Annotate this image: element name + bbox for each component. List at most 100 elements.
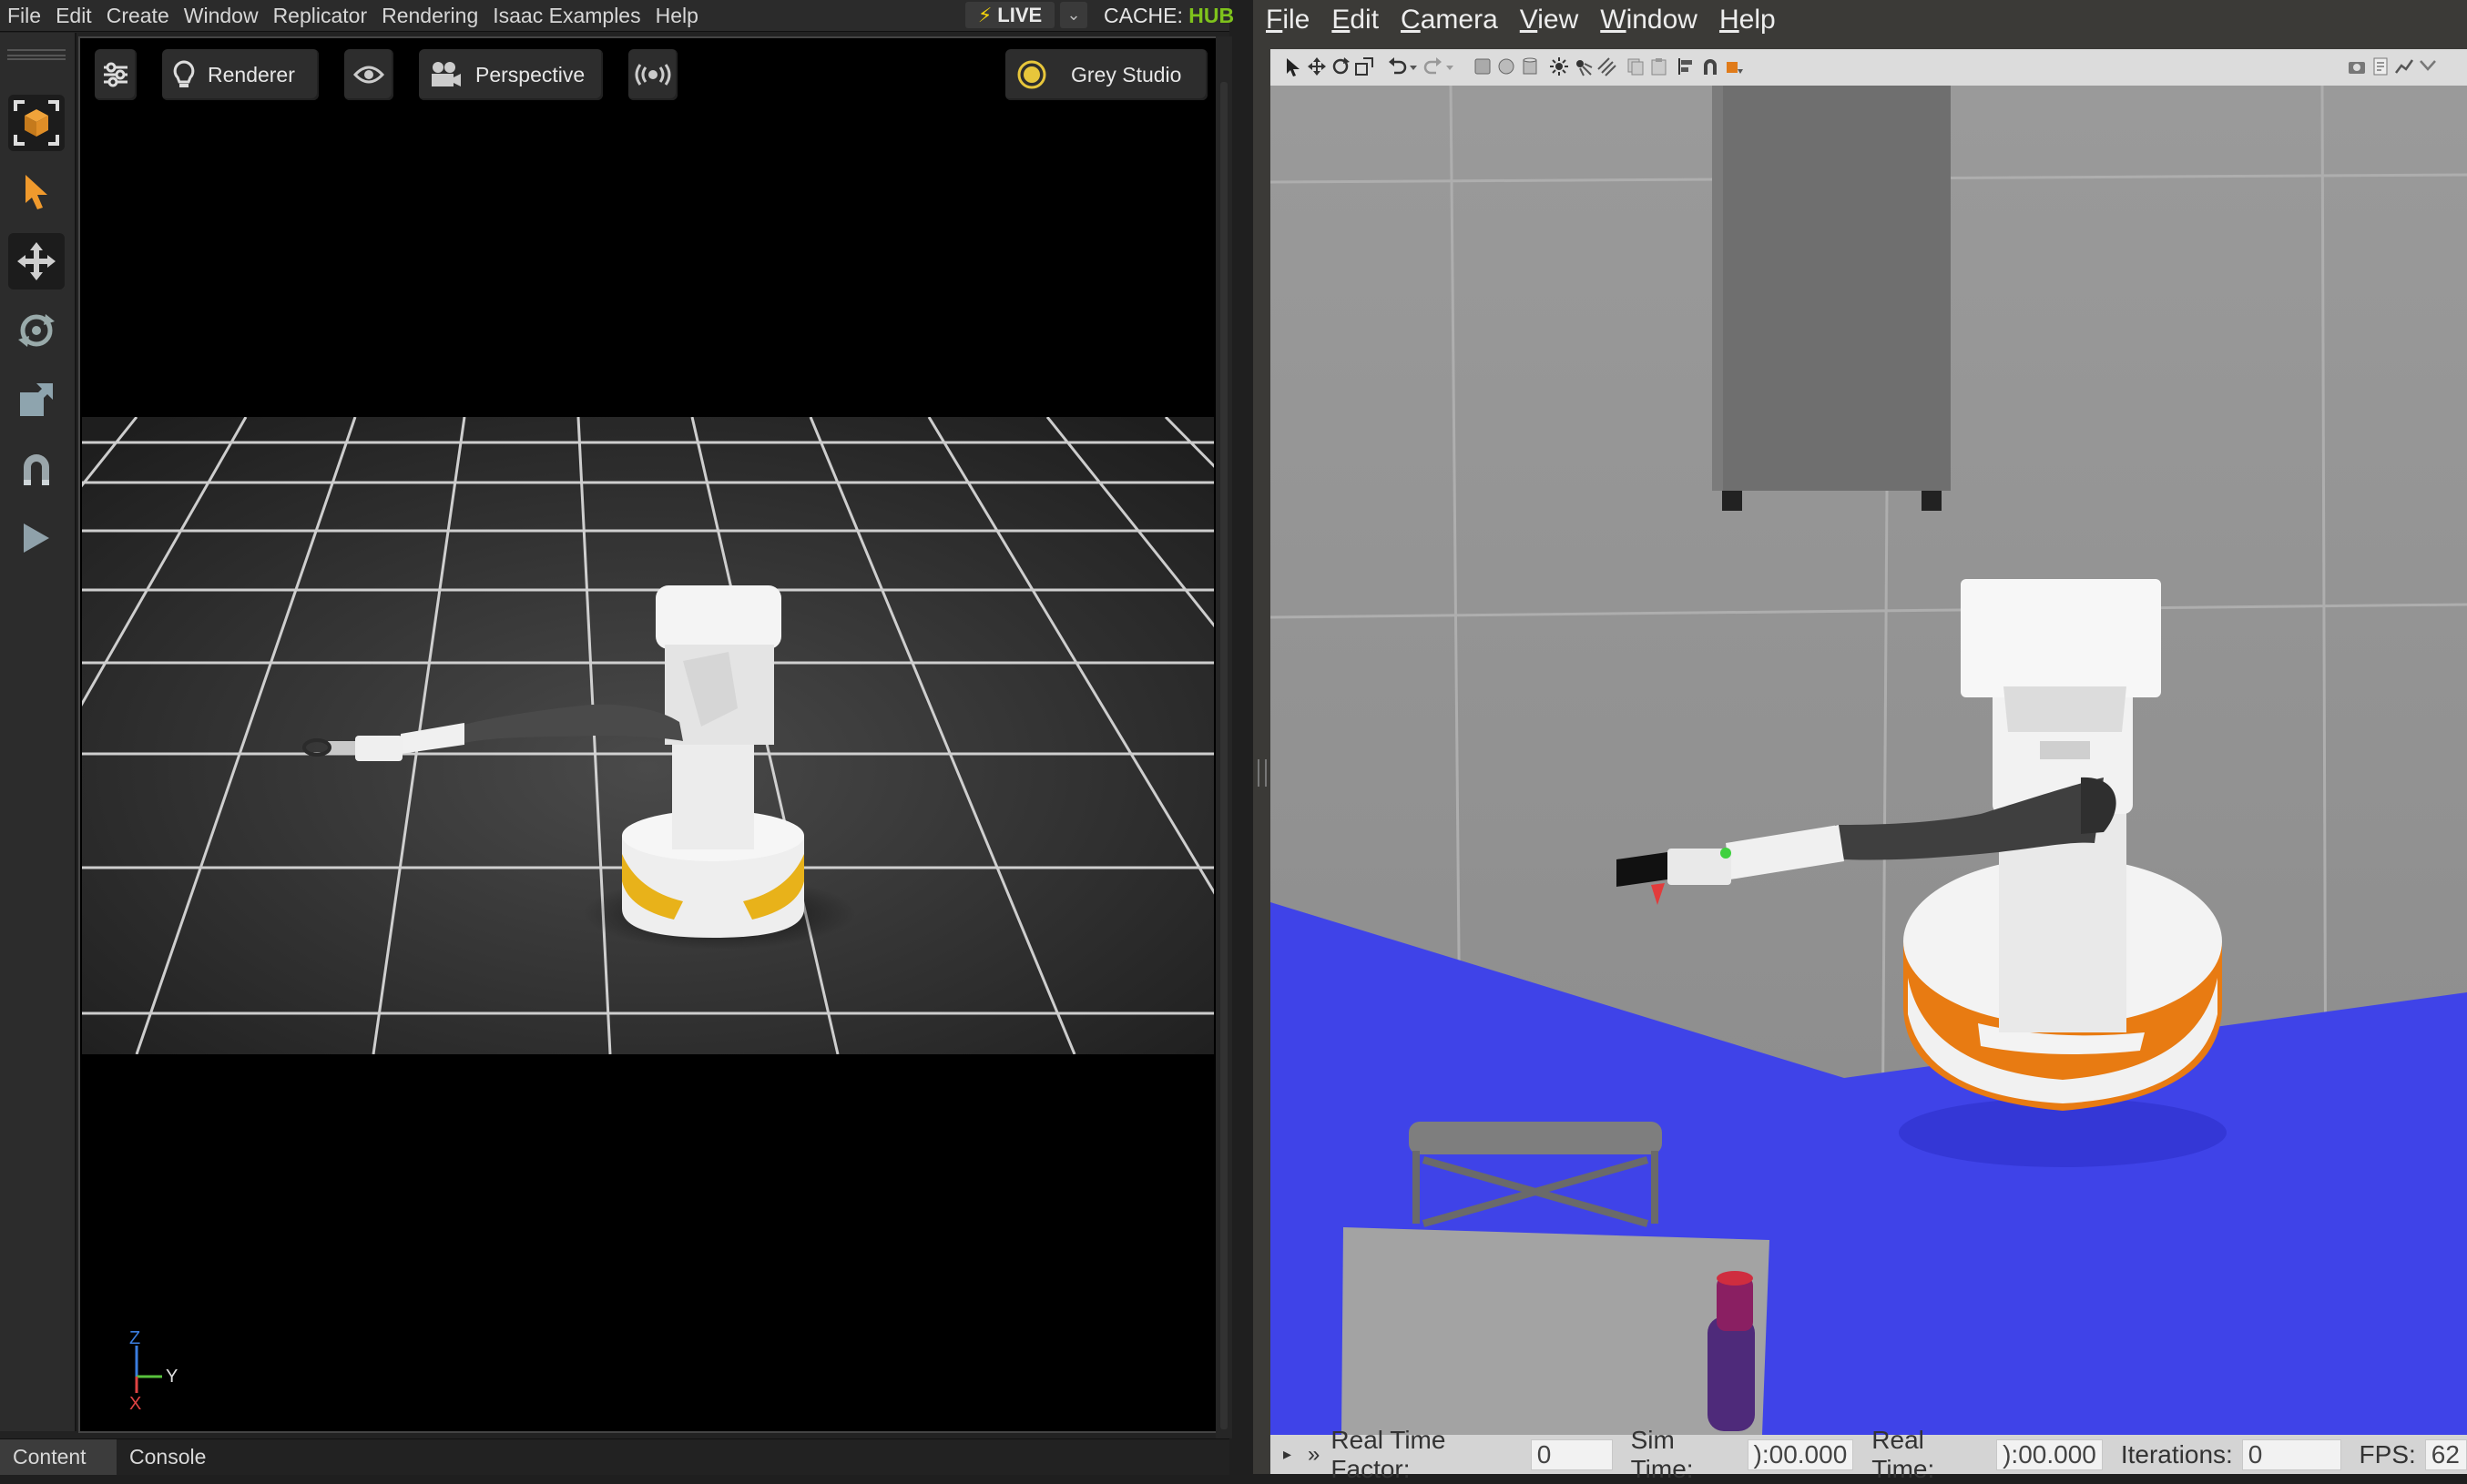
eye-icon [353, 66, 384, 84]
scale-button[interactable] [8, 371, 65, 428]
gazebo-3d-scene[interactable] [1270, 86, 2467, 1435]
menu-help[interactable]: Help [648, 0, 706, 31]
rotate-icon[interactable] [1330, 56, 1351, 76]
menu-create[interactable]: Create [99, 0, 177, 31]
select-arrow-icon [25, 175, 47, 209]
box-shape-icon[interactable] [1473, 56, 1493, 76]
gz-menu-edit[interactable]: Edit [1320, 0, 1390, 40]
scrollbar-thumb[interactable] [1220, 82, 1228, 1429]
real-time-label: Real Time: [1871, 1425, 1935, 1483]
spot-light-icon[interactable] [1573, 56, 1593, 76]
cabinet-model [1712, 86, 1951, 511]
snap-icon[interactable] [1700, 56, 1720, 76]
chevron-right-icon[interactable]: » [1308, 1442, 1320, 1468]
lightning-icon: ⚡ [977, 3, 993, 26]
log-data-icon[interactable] [2370, 56, 2391, 76]
lightbulb-icon [173, 60, 195, 87]
move-icon [17, 242, 56, 280]
viewport-scene[interactable] [82, 417, 1214, 1054]
real-time-value: ):00.000 [1996, 1438, 2103, 1470]
visibility-button[interactable] [344, 49, 393, 100]
cache-label: CACHE: [1104, 4, 1183, 27]
translate-icon[interactable] [1307, 56, 1327, 76]
plot-icon[interactable] [2394, 56, 2414, 76]
undo-dropdown-icon[interactable] [1407, 56, 1420, 76]
renderer-label: Renderer [208, 62, 295, 86]
play-icon [24, 523, 49, 553]
menu-window[interactable]: Window [177, 0, 266, 31]
sim-time-label: Sim Time: [1630, 1425, 1694, 1483]
gz-menu-file[interactable]: File [1255, 0, 1320, 40]
video-record-icon[interactable] [2418, 56, 2438, 76]
rotate-icon [18, 314, 55, 347]
sim-time-value: ):00.000 [1747, 1438, 1854, 1470]
cache-value: HUB [1188, 4, 1235, 27]
gz-menu-window[interactable]: Window [1589, 0, 1708, 40]
frame-selection-icon [14, 100, 59, 146]
menu-edit[interactable]: Edit [48, 0, 99, 31]
menu-file[interactable]: File [0, 0, 48, 31]
scale-icon[interactable] [1354, 56, 1374, 76]
axis-gizmo: Z Y X [129, 1329, 178, 1411]
toolbar-grip[interactable] [7, 49, 66, 56]
paste-icon[interactable] [1649, 56, 1669, 76]
snap-magnet-icon [24, 454, 49, 485]
align-icon[interactable] [1677, 56, 1697, 76]
directional-light-icon[interactable] [1596, 56, 1616, 76]
cache-status: CACHE: HUB [1104, 0, 1234, 31]
real-time-factor-value: 0 [1530, 1438, 1613, 1470]
chevron-down-icon: ⌄ [1066, 5, 1081, 24]
toolbar-grip-line [7, 58, 66, 60]
gz-menu-view[interactable]: View [1509, 0, 1589, 40]
gazebo-left-panel-collapsed[interactable] [1253, 40, 1270, 1474]
move-button[interactable] [8, 233, 65, 290]
live-label: LIVE [997, 3, 1043, 26]
select-button[interactable] [8, 164, 65, 220]
iterations-value: 0 [2241, 1438, 2341, 1470]
real-time-factor-label: Real Time Factor: [1330, 1425, 1446, 1483]
broadcast-icon [635, 64, 671, 86]
menu-replicator[interactable]: Replicator [266, 0, 375, 31]
lighting-button[interactable]: Grey Studio [1005, 49, 1208, 100]
select-arrow-icon[interactable] [1283, 56, 1303, 76]
sphere-shape-icon[interactable] [1496, 56, 1516, 76]
redo-dropdown-icon[interactable] [1443, 56, 1456, 76]
stream-button[interactable] [628, 49, 678, 100]
bottom-panel-tabs: Content Console [0, 1438, 1229, 1475]
play-button[interactable] [8, 510, 65, 566]
undo-icon[interactable] [1387, 56, 1407, 76]
axis-x-label: X [129, 1394, 141, 1411]
menu-isaac-examples[interactable]: Isaac Examples [485, 0, 647, 31]
gz-menu-camera[interactable]: Camera [1390, 0, 1509, 40]
renderer-button[interactable]: Renderer [162, 49, 319, 100]
gazebo-status-bar: ▸ » Real Time Factor: 0 Sim Time: ):00.0… [1270, 1426, 2467, 1483]
gazebo-toolbar [1270, 49, 2467, 86]
live-dropdown-button[interactable]: ⌄ [1060, 2, 1087, 28]
rotate-button[interactable] [8, 302, 65, 359]
camera-perspective-button[interactable]: Perspective [419, 49, 603, 100]
gz-menu-help[interactable]: Help [1708, 0, 1787, 40]
perspective-label: Perspective [475, 62, 586, 86]
point-light-icon[interactable] [1549, 56, 1569, 76]
live-button[interactable]: ⚡ LIVE [965, 2, 1055, 28]
fps-value: 62 [2424, 1438, 2467, 1470]
menu-rendering[interactable]: Rendering [374, 0, 485, 31]
change-view-icon[interactable] [1724, 56, 1744, 76]
redo-icon[interactable] [1423, 56, 1443, 76]
sun-icon [1017, 60, 1046, 89]
scale-icon [20, 383, 53, 416]
cylinder-shape-icon[interactable] [1520, 56, 1540, 76]
tab-content[interactable]: Content [0, 1439, 117, 1475]
expand-arrow-icon[interactable]: ▸ [1283, 1445, 1291, 1464]
iterations-label: Iterations: [2120, 1439, 2233, 1469]
panel-handle[interactable] [1258, 759, 1267, 787]
lighting-label: Grey Studio [1071, 62, 1182, 86]
copy-icon[interactable] [1626, 56, 1646, 76]
viewport-settings-button[interactable] [95, 49, 137, 100]
screenshot-icon[interactable] [2347, 56, 2367, 76]
snap-button[interactable] [8, 441, 65, 497]
frame-selection-button[interactable] [8, 95, 65, 151]
sliders-icon [104, 62, 127, 87]
camera-icon [432, 62, 461, 86]
tab-console[interactable]: Console [117, 1439, 219, 1475]
